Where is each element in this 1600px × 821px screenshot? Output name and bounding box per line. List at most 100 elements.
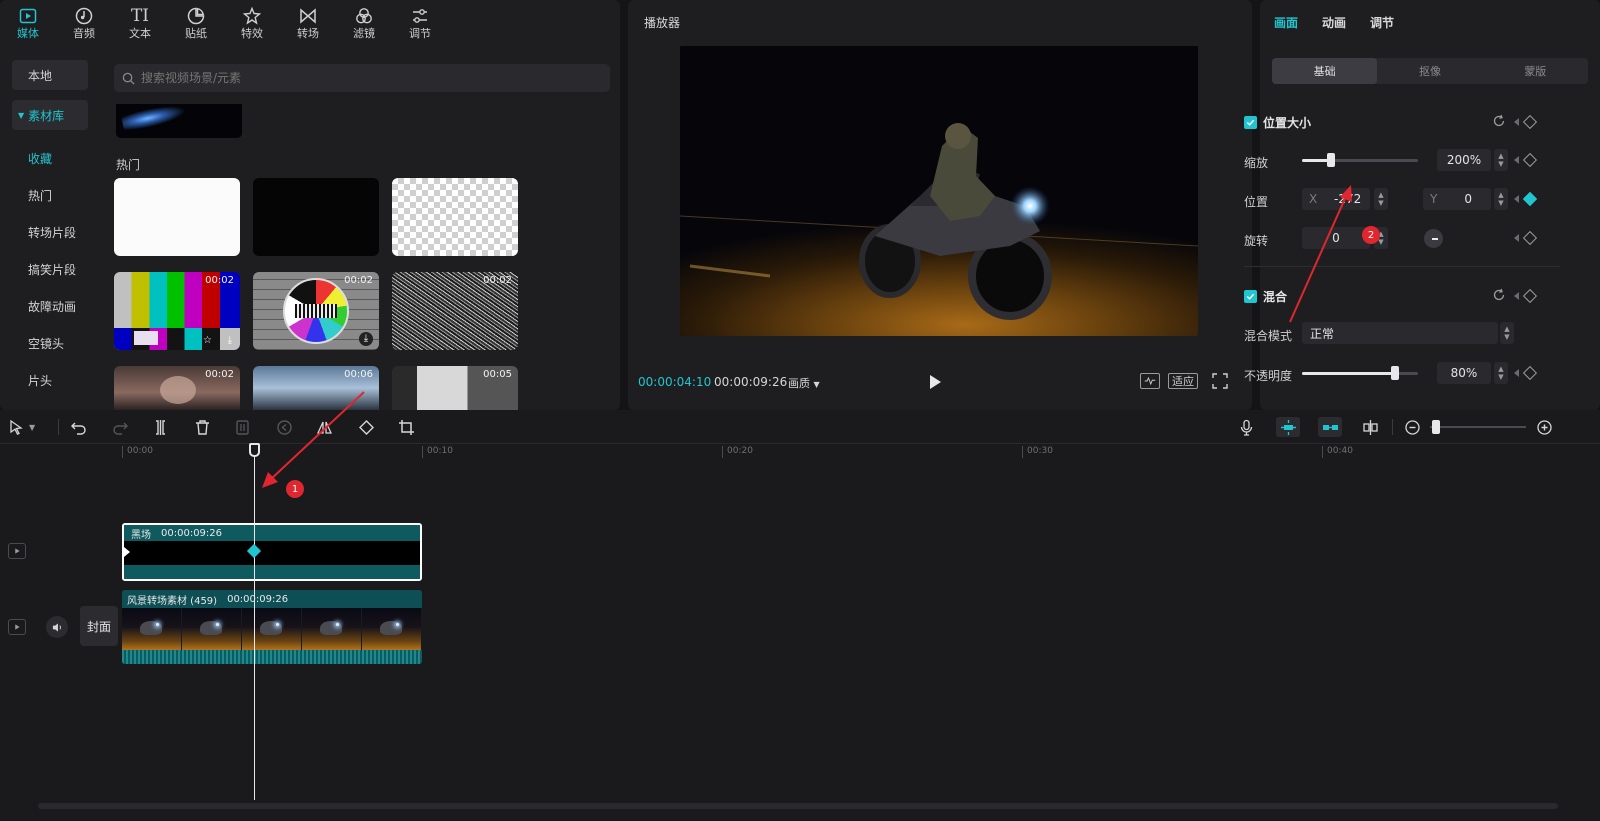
sidebar-item-funny-clips[interactable]: 搞笑片段: [12, 251, 90, 288]
media-thumb-clip-b[interactable]: 00:06: [253, 366, 379, 410]
prev-keyframe-icon[interactable]: [1514, 369, 1519, 377]
cover-button[interactable]: 封面: [80, 606, 118, 646]
section-position-size[interactable]: 位置大小: [1244, 114, 1311, 131]
section-blend[interactable]: 混合: [1244, 288, 1287, 305]
rotate-dial[interactable]: [1424, 229, 1443, 248]
prev-keyframe-icon[interactable]: [1514, 292, 1519, 300]
timeline-ruler[interactable]: 00:00 00:10 00:20 00:30 00:40: [122, 444, 1600, 462]
undo-button[interactable]: [68, 417, 88, 437]
redo-button[interactable]: [110, 417, 130, 437]
blend-mode-stepper[interactable]: ▲ ▼: [1500, 322, 1514, 344]
mute-track-button[interactable]: [46, 616, 68, 638]
reverse-button[interactable]: [274, 417, 294, 437]
zoom-out-button[interactable]: [1402, 417, 1422, 437]
checkbox-blend[interactable]: [1244, 290, 1257, 303]
clip-left-handle[interactable]: [124, 547, 130, 557]
mirror-button[interactable]: [314, 417, 334, 437]
tab-effects[interactable]: 特效: [224, 0, 280, 46]
checkbox-position-size[interactable]: [1244, 116, 1257, 129]
download-icon[interactable]: ⤓: [359, 332, 373, 346]
select-tool-button[interactable]: ▼: [8, 417, 48, 437]
media-thumb-white[interactable]: [114, 178, 240, 256]
prev-keyframe-icon[interactable]: [1514, 156, 1519, 164]
media-thumb-colorbars[interactable]: 00:02 ☆ ⤓: [114, 272, 240, 350]
sidebar-item-favorites[interactable]: 收藏: [12, 140, 90, 177]
preview-axis-button[interactable]: [1360, 417, 1380, 437]
sidebar-item-library[interactable]: ▼ 素材库: [12, 100, 88, 130]
split-button[interactable]: [150, 417, 170, 437]
segment-basic[interactable]: 基础: [1272, 58, 1378, 84]
timeline-horizontal-scrollbar[interactable]: [38, 803, 1558, 809]
position-x-field[interactable]: X -272: [1302, 188, 1370, 210]
reset-icon[interactable]: [1492, 114, 1506, 128]
video-preview[interactable]: [680, 46, 1198, 336]
tab-media[interactable]: 媒体: [0, 0, 56, 46]
link-button[interactable]: [1318, 417, 1342, 437]
media-thumb-partial[interactable]: [116, 104, 242, 138]
play-icon[interactable]: [928, 374, 942, 390]
opacity-field[interactable]: 80%: [1437, 362, 1491, 384]
timeline-clip-landscape[interactable]: 风景转场素材 (459) 00:00:09:26: [122, 590, 422, 664]
scale-slider[interactable]: [1302, 153, 1418, 167]
zoom-slider[interactable]: [1430, 420, 1526, 434]
position-x-stepper[interactable]: ▲ ▼: [1374, 188, 1388, 210]
opacity-stepper[interactable]: ▲ ▼: [1494, 362, 1508, 384]
fit-button[interactable]: 适应: [1168, 373, 1198, 389]
tab-sticker[interactable]: 贴纸: [168, 0, 224, 46]
sidebar-item-intro[interactable]: 片头: [12, 362, 90, 399]
download-icon[interactable]: ⤓: [228, 335, 232, 346]
sidebar-item-glitch[interactable]: 故障动画: [12, 288, 90, 325]
video-track-icon[interactable]: [8, 619, 26, 635]
reset-icon[interactable]: [1492, 288, 1506, 302]
tab-filter[interactable]: 滤镜: [336, 0, 392, 46]
sidebar-item-hot[interactable]: 热门: [12, 177, 90, 214]
media-thumb-clip-a[interactable]: 00:02: [114, 366, 240, 410]
sidebar-item-empty-shots[interactable]: 空镜头: [12, 325, 90, 362]
freeze-button[interactable]: [232, 417, 252, 437]
crop-button[interactable]: [396, 417, 416, 437]
segment-keying[interactable]: 抠像: [1377, 58, 1482, 84]
segment-mask[interactable]: 蒙版: [1483, 58, 1588, 84]
waveform-toggle-button[interactable]: [1140, 373, 1160, 389]
fullscreen-icon[interactable]: [1212, 373, 1228, 389]
tab-adjustment[interactable]: 调节: [1370, 14, 1394, 31]
scale-field[interactable]: 200%: [1437, 149, 1491, 171]
playhead-handle[interactable]: [249, 443, 260, 457]
rotate-field[interactable]: 0: [1302, 227, 1370, 249]
timeline-clip-black[interactable]: 黑场 00:00:09:26: [122, 523, 422, 581]
sidebar-item-transition-clips[interactable]: 转场片段: [12, 214, 90, 251]
opacity-slider-knob[interactable]: [1390, 366, 1399, 380]
position-y-field[interactable]: Y 0: [1423, 188, 1491, 210]
video-track-icon[interactable]: [8, 543, 26, 559]
search-bar[interactable]: [114, 64, 610, 92]
scale-stepper[interactable]: ▲ ▼: [1494, 149, 1508, 171]
record-audio-button[interactable]: [1236, 417, 1256, 437]
prev-keyframe-icon[interactable]: [1514, 118, 1519, 126]
favorite-star-icon[interactable]: ☆: [203, 335, 212, 346]
rotate-button[interactable]: [356, 417, 376, 437]
media-thumb-testcard[interactable]: 00:02 ⤓: [253, 272, 379, 350]
delete-button[interactable]: [192, 417, 212, 437]
tab-text[interactable]: TI 文本: [112, 0, 168, 46]
zoom-in-button[interactable]: [1534, 417, 1554, 437]
playhead-line[interactable]: [254, 444, 255, 800]
media-thumb-black[interactable]: [253, 178, 379, 256]
quality-dropdown[interactable]: 画质 ▼: [788, 375, 820, 391]
media-thumb-noise[interactable]: 00:02: [392, 272, 518, 350]
blend-mode-select[interactable]: 正常: [1302, 322, 1498, 344]
position-y-stepper[interactable]: ▲ ▼: [1494, 188, 1508, 210]
scale-slider-knob[interactable]: [1327, 153, 1335, 167]
tab-transition[interactable]: 转场: [280, 0, 336, 46]
search-input[interactable]: [141, 71, 581, 85]
opacity-slider[interactable]: [1302, 366, 1418, 380]
prev-keyframe-icon[interactable]: [1514, 234, 1519, 242]
media-thumb-clip-c[interactable]: 00:05: [392, 366, 518, 410]
zoom-slider-knob[interactable]: [1432, 420, 1440, 434]
tab-adjust[interactable]: 调节: [392, 0, 448, 46]
tab-audio[interactable]: 音频: [56, 0, 112, 46]
tab-picture[interactable]: 画面: [1274, 14, 1298, 31]
prev-keyframe-icon[interactable]: [1514, 195, 1519, 203]
media-thumb-transparent[interactable]: [392, 178, 518, 256]
auto-snap-button[interactable]: [1276, 417, 1300, 437]
tab-animation[interactable]: 动画: [1322, 14, 1346, 31]
